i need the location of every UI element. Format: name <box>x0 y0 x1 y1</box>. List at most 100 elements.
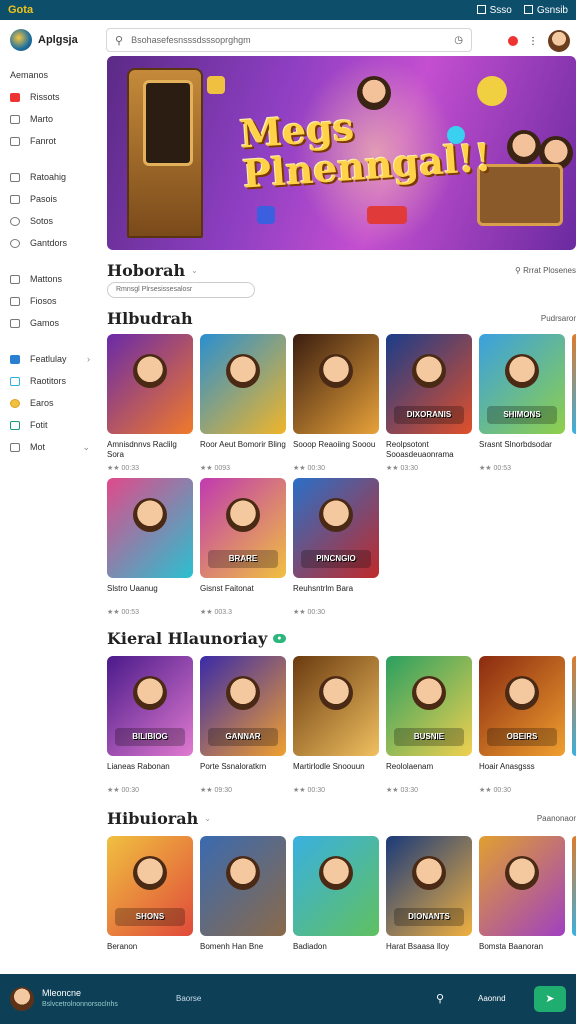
search-input[interactable]: ⚲ Bsohasefesnsssdsssoprghgm ◷ <box>106 28 472 52</box>
see-all-link[interactable]: ⚲ Rrrat Plosenes <box>515 266 576 275</box>
next-card-peek[interactable] <box>572 836 576 936</box>
game-logo-text: BUSNIE <box>394 728 464 746</box>
search-placeholder: Bsohasefesnsssdsssoprghgm <box>131 35 251 45</box>
sidebar-item[interactable]: Pasois <box>0 188 100 210</box>
sidebar-item[interactable]: Fanrot <box>0 130 100 152</box>
game-card[interactable]: Slstro Uaanug ★★ 00:53 <box>107 478 193 616</box>
avatar[interactable] <box>10 987 34 1011</box>
game-title: Slstro Uaanug <box>107 584 158 593</box>
sidebar-item[interactable]: Raotitors <box>0 370 100 392</box>
see-all-link[interactable]: Paanonaor <box>537 814 576 823</box>
game-thumbnail[interactable] <box>200 334 286 434</box>
next-card-peek[interactable] <box>572 656 576 756</box>
sidebar-item[interactable]: Sotos <box>0 210 100 232</box>
game-thumbnail[interactable]: BRARE <box>200 478 286 578</box>
section-header: Hoborah ⌄ ⚲ Rrrat Plosenes <box>107 258 576 282</box>
game-card[interactable]: Bomsta Baanoran <box>479 836 565 964</box>
game-card[interactable]: Badiadon <box>293 836 379 964</box>
notification-icon[interactable] <box>508 36 518 46</box>
game-thumbnail[interactable] <box>200 836 286 936</box>
game-card[interactable]: DIXORANIS Reolpsotont Sooasdeuaonrama ★★ 0… <box>386 334 472 472</box>
game-thumbnail[interactable]: OBEIRS <box>479 656 565 756</box>
game-thumbnail[interactable]: BILIBIOG <box>107 656 193 756</box>
next-card-peek[interactable] <box>572 334 576 434</box>
game-card[interactable]: SHONS Beranon <box>107 836 193 964</box>
game-meta: ★★ 03:30 <box>386 465 419 472</box>
game-thumbnail[interactable] <box>293 334 379 434</box>
game-card[interactable]: Bomenh Han Bne <box>200 836 286 964</box>
character-illustration <box>319 498 353 532</box>
sidebar-item[interactable]: Gantdors <box>0 232 100 254</box>
filter-input[interactable]: Rmnsgl Plrsesissesalosr <box>107 282 255 298</box>
game-card[interactable]: DIONANTS Harat Bsaasa Iloy <box>386 836 472 964</box>
hero-title: Megs Plnenngal!! <box>238 103 493 197</box>
game-logo-text: BILIBIOG <box>115 728 185 746</box>
game-title: Bomsta Baanoran <box>479 942 544 951</box>
character-illustration <box>505 856 539 890</box>
game-thumbnail[interactable] <box>293 836 379 936</box>
game-thumbnail[interactable]: BUSNIE <box>386 656 472 756</box>
bell-icon <box>10 376 20 386</box>
browse-link[interactable]: Baorse <box>176 994 201 1003</box>
game-meta: ★★ 09:30 <box>200 787 233 794</box>
character-illustration <box>226 856 260 890</box>
topbar-item[interactable]: Ssso <box>476 5 512 16</box>
game-thumbnail[interactable] <box>107 334 193 434</box>
game-meta: ★★ 0093 <box>200 465 231 472</box>
game-thumbnail[interactable]: PINCNGIO <box>293 478 379 578</box>
chevron-down-icon[interactable]: ⌄ <box>191 266 198 275</box>
game-thumbnail[interactable]: SHIMONS <box>479 334 565 434</box>
game-thumbnail[interactable]: SHONS <box>107 836 193 936</box>
game-thumbnail[interactable]: GANNAR <box>200 656 286 756</box>
character-illustration <box>319 354 353 388</box>
app-logo[interactable] <box>10 29 32 51</box>
game-card[interactable]: PINCNGIO Reuhsntrlm Bara ★★ 00:30 <box>293 478 379 616</box>
sidebar-item[interactable]: Fiosos <box>0 290 100 312</box>
game-thumbnail[interactable] <box>293 656 379 756</box>
clock-icon <box>10 216 20 226</box>
chevron-down-icon[interactable]: ⌄ <box>204 814 211 823</box>
search-icon[interactable]: ⚲ <box>436 992 444 1005</box>
game-title: Reuhsntrlm Bara <box>293 584 354 593</box>
game-thumbnail[interactable]: DIONANTS <box>386 836 472 936</box>
game-thumbnail[interactable]: DIXORANIS <box>386 334 472 434</box>
sidebar-item[interactable]: Gamos <box>0 312 100 334</box>
game-grid: SHONS Beranon Bomenh Han Bne Badiadon DIONAN… <box>107 836 576 964</box>
sidebar-item[interactable]: Earos <box>0 392 100 414</box>
sidebar-item[interactable]: Ratoahig <box>0 166 100 188</box>
see-all-link[interactable]: Pudrsaror <box>541 314 576 323</box>
game-card[interactable]: BUSNIE Reololaenam ★★ 03:30 <box>386 656 472 794</box>
game-card[interactable]: Sooop Reaoiing Sooou ★★ 00:30 <box>293 334 379 472</box>
now-playing-title: Mleoncne <box>42 988 82 998</box>
more-icon[interactable]: ⋮ <box>528 36 538 47</box>
sidebar-item[interactable]: Mattons <box>0 268 100 290</box>
game-card[interactable]: SHIMONS Srasnt Slnorbdsodar ★★ 00:53 <box>479 334 565 472</box>
game-thumbnail[interactable] <box>107 478 193 578</box>
character-illustration <box>133 856 167 890</box>
sidebar-item[interactable]: Mot ⌄ <box>0 436 100 458</box>
game-card[interactable]: OBEIRS Hoair Anasgsss ★★ 00:30 <box>479 656 565 794</box>
avatar[interactable] <box>548 30 570 52</box>
sidebar-item[interactable]: Fotit <box>0 414 100 436</box>
game-card[interactable]: Roor Aeut Bomorir Bling ★★ 0093 <box>200 334 286 472</box>
game-grid: Slstro Uaanug ★★ 00:53 BRARE Gisnst Faitona… <box>107 478 576 616</box>
sidebar-item[interactable]: Rissots <box>0 86 100 108</box>
game-title: Gisnst Faitonat <box>200 584 254 593</box>
chart-icon <box>10 172 20 182</box>
new-badge: ● <box>273 633 286 643</box>
game-card[interactable]: BILIBIOG Lianeas Rabonan ★★ 00:30 <box>107 656 193 794</box>
clock-icon[interactable]: ◷ <box>454 35 463 46</box>
game-card[interactable]: BRARE Gisnst Faitonat ★★ 003.3 <box>200 478 286 616</box>
game-card[interactable]: Amnisdnnvs Raclilg Sora ★★ 00:33 <box>107 334 193 472</box>
now-playing-subtitle: Bslvcetrolnonnorsoclnhs <box>42 1001 118 1008</box>
game-card[interactable]: GANNAR Porte Ssnaloratkrn ★★ 09:30 <box>200 656 286 794</box>
topbar-item[interactable]: Gsnsib <box>523 5 568 16</box>
account-link[interactable]: Aaonnd <box>478 994 506 1003</box>
play-button[interactable]: ➤ <box>534 986 566 1012</box>
hero-banner[interactable]: Megs Plnenngal!! <box>107 56 576 250</box>
sidebar-item[interactable]: Marto <box>0 108 100 130</box>
game-card[interactable]: Martirlodle Snoouun ★★ 00:30 <box>293 656 379 794</box>
game-thumbnail[interactable] <box>479 836 565 936</box>
sidebar-item[interactable]: Featlulay › <box>0 348 100 370</box>
list-icon <box>10 274 20 284</box>
